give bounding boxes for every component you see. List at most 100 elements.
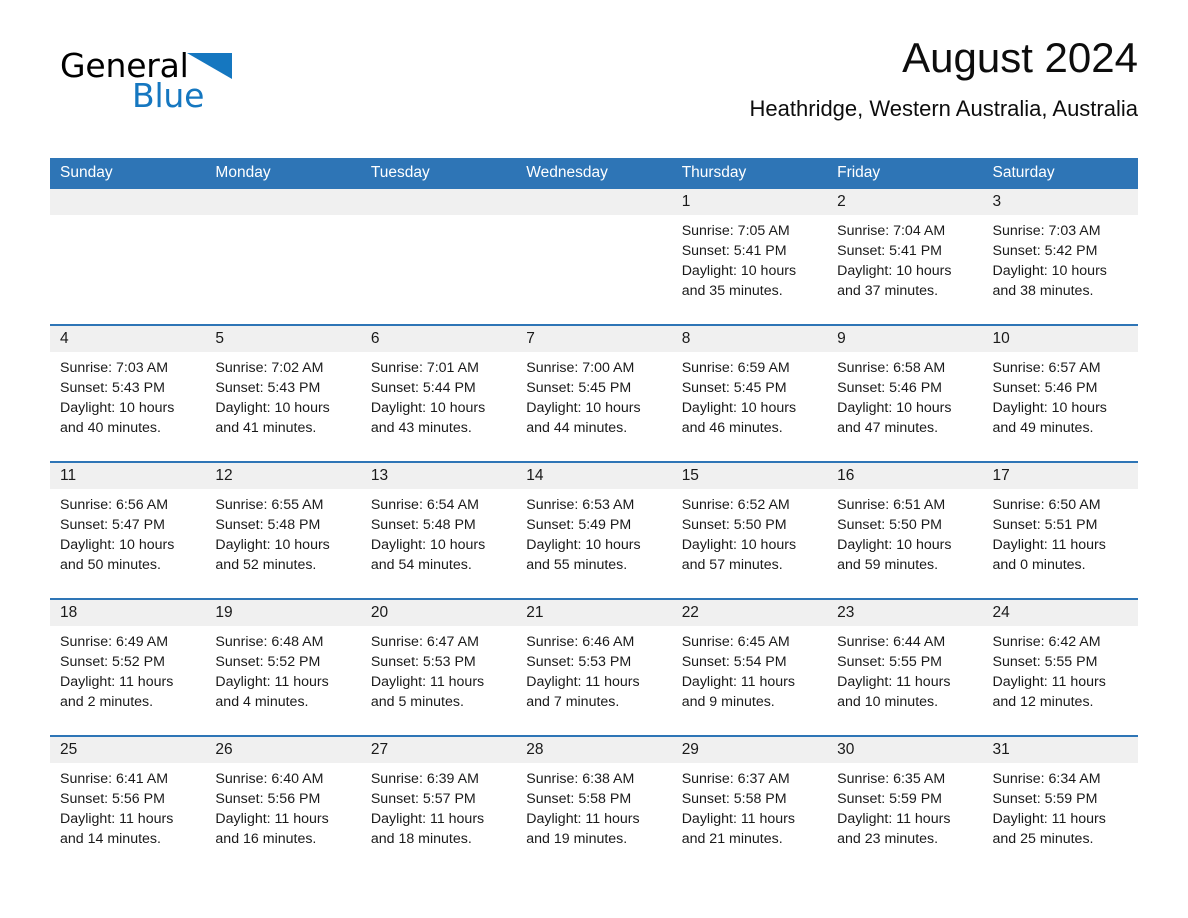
daylight-line-2: and 2 minutes. <box>60 694 154 710</box>
sunrise-line: Sunrise: 7:03 AM <box>60 360 169 376</box>
daylight-line-2: and 35 minutes. <box>681 283 783 299</box>
weekday-header-sunday: Sunday <box>60 164 113 181</box>
daylight-line-1: Daylight: 10 hours <box>526 400 641 416</box>
daylight-line-1: Daylight: 11 hours <box>837 811 951 827</box>
sunset-line: Sunset: 5:53 PM <box>526 654 632 670</box>
day-cell[interactable]: Sunrise: 6:46 AM Sunset: 5:53 PM Dayligh… <box>516 626 671 735</box>
daylight-line-1: Daylight: 11 hours <box>370 674 485 690</box>
day-cell[interactable]: Sunrise: 6:51 AM Sunset: 5:50 PM Dayligh… <box>827 489 982 598</box>
day-cell[interactable]: Sunrise: 7:00 AM Sunset: 5:45 PM Dayligh… <box>516 352 671 461</box>
day-cell[interactable]: Sunrise: 6:44 AM Sunset: 5:55 PM Dayligh… <box>827 626 982 735</box>
daylight-line-2: and 5 minutes. <box>370 694 464 710</box>
day-number <box>50 189 205 215</box>
generalblue-logo[interactable]: General Blue <box>60 48 390 116</box>
daylight-line-2: and 55 minutes. <box>526 557 628 573</box>
daylight-line-2: and 40 minutes. <box>60 420 161 436</box>
day-cell[interactable]: Sunrise: 6:37 AM Sunset: 5:58 PM Dayligh… <box>672 763 827 872</box>
day-number: 17 <box>992 467 1010 484</box>
day-cell[interactable]: Sunrise: 6:34 AM Sunset: 5:59 PM Dayligh… <box>983 763 1138 872</box>
daylight-line-1: Daylight: 11 hours <box>60 674 174 690</box>
day-number: 19 <box>215 604 233 621</box>
week-body: Sunrise: 7:05 AM Sunset: 5:41 PM Dayligh… <box>50 215 1138 324</box>
sunset-line: Sunset: 5:51 PM <box>992 517 1098 533</box>
day-number: 12 <box>215 467 233 484</box>
day-cell[interactable]: Sunrise: 6:35 AM Sunset: 5:59 PM Dayligh… <box>827 763 982 872</box>
day-number: 31 <box>992 741 1010 758</box>
day-cell[interactable]: Sunrise: 6:42 AM Sunset: 5:55 PM Dayligh… <box>983 626 1138 735</box>
day-cell[interactable] <box>516 215 671 324</box>
week-body: Sunrise: 6:49 AM Sunset: 5:52 PM Dayligh… <box>50 626 1138 735</box>
calendar-week-row: 4 5 6 7 8 9 10 Sunrise: 7:03 AM Sunset: … <box>50 324 1138 461</box>
day-cell[interactable]: Sunrise: 6:38 AM Sunset: 5:58 PM Dayligh… <box>516 763 671 872</box>
day-cell[interactable]: Sunrise: 7:02 AM Sunset: 5:43 PM Dayligh… <box>205 352 360 461</box>
day-cell[interactable]: Sunrise: 6:59 AM Sunset: 5:45 PM Dayligh… <box>672 352 827 461</box>
day-cell[interactable]: Sunrise: 6:58 AM Sunset: 5:46 PM Dayligh… <box>827 352 982 461</box>
daylight-line-2: and 19 minutes. <box>526 831 628 847</box>
day-cell[interactable]: Sunrise: 6:50 AM Sunset: 5:51 PM Dayligh… <box>983 489 1138 598</box>
daylight-line-1: Daylight: 11 hours <box>992 674 1106 690</box>
sunrise-line: Sunrise: 6:51 AM <box>837 497 946 513</box>
day-cell[interactable]: Sunrise: 7:03 AM Sunset: 5:43 PM Dayligh… <box>50 352 205 461</box>
daylight-line-1: Daylight: 10 hours <box>837 400 952 416</box>
day-cell[interactable]: Sunrise: 6:53 AM Sunset: 5:49 PM Dayligh… <box>516 489 671 598</box>
day-cell[interactable]: Sunrise: 7:03 AM Sunset: 5:42 PM Dayligh… <box>983 215 1138 324</box>
sunrise-line: Sunrise: 6:38 AM <box>526 771 635 787</box>
sunrise-line: Sunrise: 7:05 AM <box>681 223 790 239</box>
day-number: 22 <box>681 604 699 621</box>
daylight-line-1: Daylight: 10 hours <box>60 537 175 553</box>
day-cell[interactable]: Sunrise: 6:48 AM Sunset: 5:52 PM Dayligh… <box>205 626 360 735</box>
daylight-line-2: and 23 minutes. <box>837 831 939 847</box>
day-cell[interactable]: Sunrise: 6:39 AM Sunset: 5:57 PM Dayligh… <box>361 763 516 872</box>
day-number: 20 <box>370 604 389 621</box>
day-cell[interactable]: Sunrise: 7:04 AM Sunset: 5:41 PM Dayligh… <box>827 215 982 324</box>
day-cell[interactable]: Sunrise: 7:05 AM Sunset: 5:41 PM Dayligh… <box>672 215 827 324</box>
day-cell[interactable]: Sunrise: 6:41 AM Sunset: 5:56 PM Dayligh… <box>50 763 205 872</box>
sunset-line: Sunset: 5:42 PM <box>992 243 1098 259</box>
day-number: 8 <box>681 330 691 347</box>
day-cell[interactable]: Sunrise: 6:57 AM Sunset: 5:46 PM Dayligh… <box>983 352 1138 461</box>
daylight-line-2: and 12 minutes. <box>992 694 1094 710</box>
day-cell[interactable]: Sunrise: 6:55 AM Sunset: 5:48 PM Dayligh… <box>205 489 360 598</box>
day-number: 24 <box>992 604 1010 621</box>
daylight-line-1: Daylight: 10 hours <box>526 537 641 553</box>
sunset-line: Sunset: 5:50 PM <box>681 517 787 533</box>
daylight-line-2: and 46 minutes. <box>681 420 783 436</box>
sunset-line: Sunset: 5:55 PM <box>992 654 1098 670</box>
day-number: 9 <box>837 330 846 347</box>
day-cell[interactable]: Sunrise: 6:45 AM Sunset: 5:54 PM Dayligh… <box>672 626 827 735</box>
sunset-line: Sunset: 5:56 PM <box>215 791 321 807</box>
sunrise-line: Sunrise: 6:52 AM <box>681 497 790 513</box>
day-number: 11 <box>60 467 77 484</box>
day-cell[interactable]: Sunrise: 6:47 AM Sunset: 5:53 PM Dayligh… <box>361 626 516 735</box>
daylight-line-2: and 54 minutes. <box>370 557 472 573</box>
day-cell[interactable]: Sunrise: 6:54 AM Sunset: 5:48 PM Dayligh… <box>361 489 516 598</box>
sunset-line: Sunset: 5:52 PM <box>60 654 165 670</box>
day-cell[interactable]: Sunrise: 6:52 AM Sunset: 5:50 PM Dayligh… <box>672 489 827 598</box>
daylight-line-1: Daylight: 10 hours <box>681 263 797 279</box>
sunrise-line: Sunrise: 6:42 AM <box>992 634 1101 650</box>
daylight-line-2: and 43 minutes. <box>370 420 472 436</box>
sunset-line: Sunset: 5:59 PM <box>992 791 1098 807</box>
calendar-grid: Sunday Monday Tuesday Wednesday Thursday… <box>50 158 1138 872</box>
day-cell[interactable]: Sunrise: 7:01 AM Sunset: 5:44 PM Dayligh… <box>361 352 516 461</box>
daylight-line-1: Daylight: 10 hours <box>370 537 486 553</box>
daylight-line-2: and 38 minutes. <box>992 283 1094 299</box>
sunrise-line: Sunrise: 6:40 AM <box>215 771 324 787</box>
sunrise-line: Sunrise: 6:44 AM <box>837 634 946 650</box>
day-cell[interactable] <box>361 215 516 324</box>
sunset-line: Sunset: 5:46 PM <box>992 380 1098 396</box>
day-number: 15 <box>681 467 699 484</box>
sunset-line: Sunset: 5:43 PM <box>60 380 165 396</box>
day-cell[interactable]: Sunrise: 6:49 AM Sunset: 5:52 PM Dayligh… <box>50 626 205 735</box>
day-cell[interactable] <box>205 215 360 324</box>
day-cell[interactable]: Sunrise: 6:40 AM Sunset: 5:56 PM Dayligh… <box>205 763 360 872</box>
sunset-line: Sunset: 5:45 PM <box>526 380 632 396</box>
sunrise-line: Sunrise: 7:01 AM <box>370 360 479 376</box>
day-number: 21 <box>526 604 544 621</box>
day-cell[interactable]: Sunrise: 6:56 AM Sunset: 5:47 PM Dayligh… <box>50 489 205 598</box>
logo-line-top: General <box>60 48 390 84</box>
day-number: 26 <box>215 741 233 758</box>
day-cell[interactable] <box>50 215 205 324</box>
calendar-week-row: 1 2 3 Sunrise: 7:05 AM Sunset: 5:41 PM D… <box>50 187 1138 324</box>
daylight-line-2: and 50 minutes. <box>60 557 161 573</box>
